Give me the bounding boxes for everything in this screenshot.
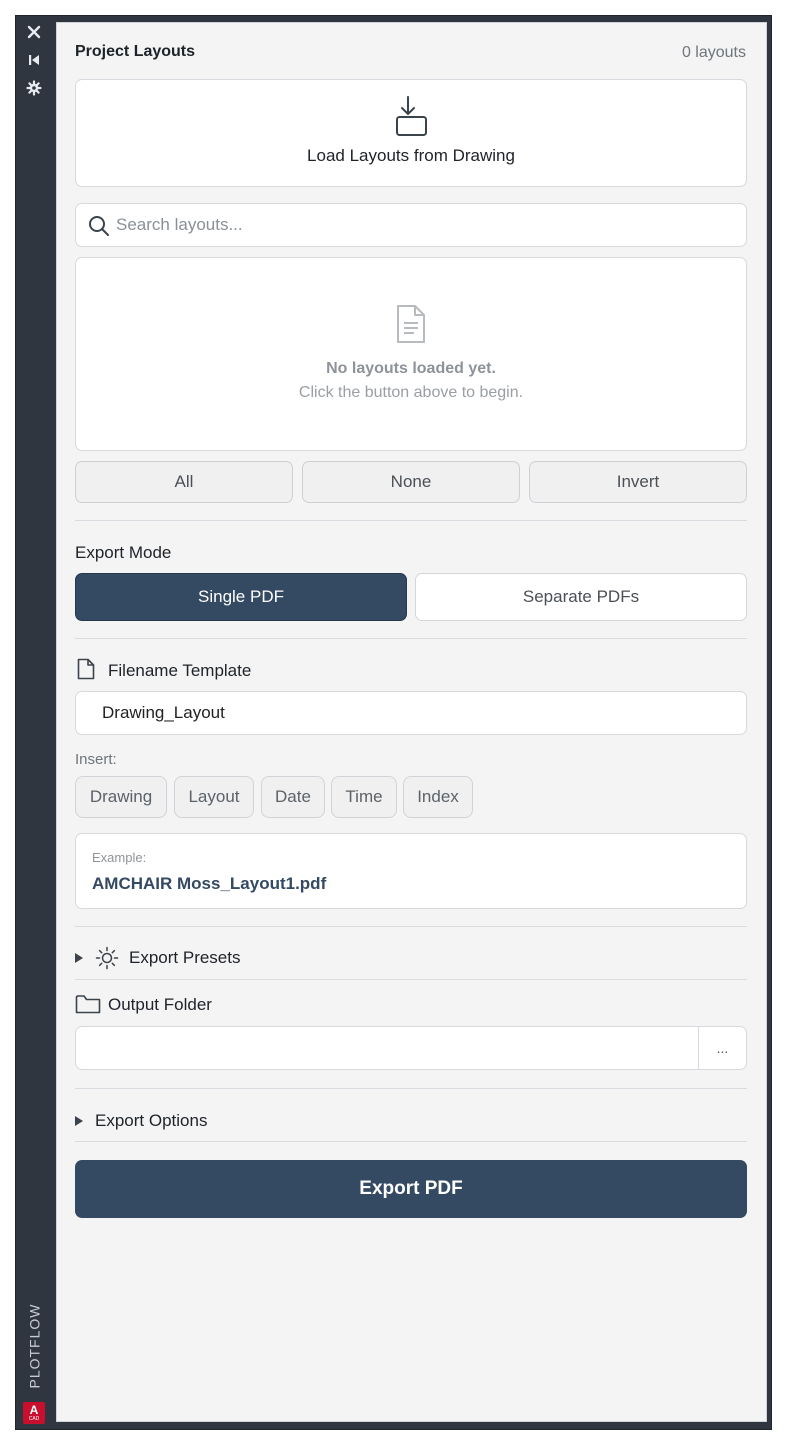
export-pdf-button[interactable]: Export PDF [75, 1160, 747, 1218]
sidebar: PLOTFLOW A CAD [16, 16, 53, 1429]
layouts-list: No layouts loaded yet. Click the button … [75, 257, 747, 451]
insert-label: Insert: [75, 751, 117, 768]
insert-date-chip[interactable]: Date [261, 776, 325, 818]
example-label: Example: [92, 850, 147, 865]
gear-icon[interactable] [24, 78, 44, 98]
insert-index-chip[interactable]: Index [403, 776, 473, 818]
divider [75, 1088, 747, 1089]
project-layouts-title: Project Layouts [75, 43, 196, 60]
output-folder-input[interactable] [88, 1027, 688, 1069]
app-title-vertical: PLOTFLOW [26, 1303, 43, 1389]
browse-folder-button[interactable]: ... [698, 1027, 746, 1069]
select-all-button[interactable]: All [75, 461, 293, 503]
insert-drawing-chip[interactable]: Drawing [75, 776, 167, 818]
divider [75, 520, 747, 521]
main-panel: Project Layouts 0 layouts Load Layouts f… [56, 22, 767, 1422]
divider [75, 926, 747, 927]
insert-time-chip[interactable]: Time [331, 776, 397, 818]
sun-icon [95, 946, 119, 970]
output-folder-title: Output Folder [108, 995, 212, 1014]
divider [75, 979, 747, 980]
example-value: AMCHAIR Moss_Layout1.pdf [92, 874, 327, 893]
export-presets-title: Export Presets [129, 948, 241, 967]
empty-state-hint: Click the button above to begin. [298, 384, 524, 401]
invert-selection-button[interactable]: Invert [529, 461, 747, 503]
app-logo: A CAD [23, 1402, 45, 1424]
select-none-button[interactable]: None [302, 461, 520, 503]
insert-layout-chip[interactable]: Layout [174, 776, 254, 818]
export-presets-toggle[interactable]: Export Presets [75, 945, 241, 971]
filename-example: Example: AMCHAIR Moss_Layout1.pdf [75, 833, 747, 909]
filename-template-field [75, 691, 747, 735]
search-box [75, 203, 747, 247]
layout-count: 0 layouts [681, 44, 746, 61]
empty-state-title: No layouts loaded yet. [326, 360, 496, 377]
close-icon[interactable] [24, 22, 44, 42]
filename-template-title: Filename Template [108, 661, 252, 680]
collapse-icon[interactable] [24, 50, 44, 70]
filename-template-input[interactable] [102, 692, 732, 734]
search-icon [88, 215, 110, 241]
export-mode-title: Export Mode [75, 543, 172, 562]
load-layouts-button[interactable]: Load Layouts from Drawing [75, 79, 747, 187]
divider [75, 1141, 747, 1142]
divider [75, 638, 747, 639]
plotflow-window: PLOTFLOW A CAD Project Layouts 0 layouts… [15, 15, 772, 1430]
single-pdf-option[interactable]: Single PDF [75, 573, 407, 621]
search-input[interactable] [116, 204, 736, 246]
export-options-toggle[interactable]: Export Options [75, 1108, 207, 1134]
document-icon [396, 304, 426, 348]
expand-triangle-icon [75, 953, 83, 963]
load-layouts-label: Load Layouts from Drawing [307, 146, 515, 165]
output-folder-field: ... [75, 1026, 747, 1070]
folder-icon [75, 994, 101, 1018]
download-icon [394, 96, 428, 142]
expand-triangle-icon [75, 1116, 83, 1126]
export-options-title: Export Options [95, 1111, 208, 1130]
file-icon [77, 658, 95, 684]
separate-pdfs-option[interactable]: Separate PDFs [415, 573, 747, 621]
